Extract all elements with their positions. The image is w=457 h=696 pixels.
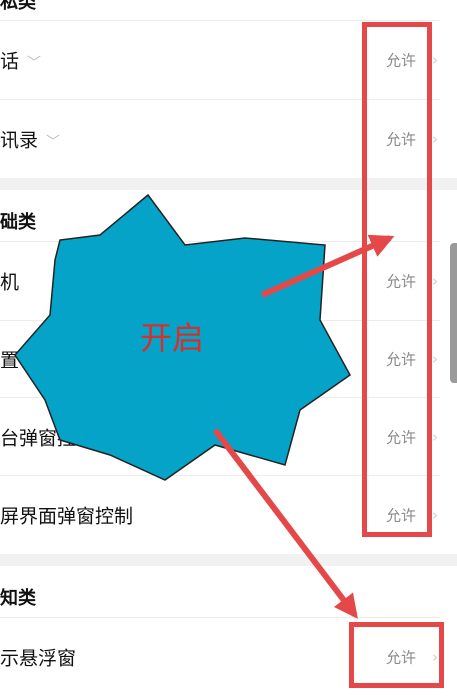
- callout-text: 开启: [140, 319, 205, 357]
- annotation-overlay: [14, 193, 395, 619]
